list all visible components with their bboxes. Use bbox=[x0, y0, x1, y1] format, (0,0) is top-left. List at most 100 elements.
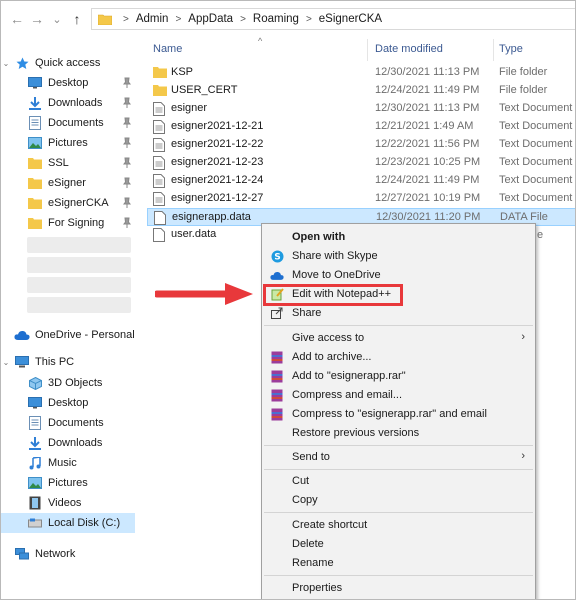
menu-item-create-shortcut[interactable]: Create shortcut bbox=[262, 515, 535, 535]
document-icon bbox=[153, 192, 167, 206]
menu-item-send-to[interactable]: Send to › bbox=[262, 447, 535, 467]
breadcrumb-appdata[interactable]: AppData bbox=[188, 13, 233, 25]
sidebar-item-esigner[interactable]: eSigner bbox=[1, 173, 135, 193]
file-row[interactable]: esigner 12/30/2021 11:13 PM Text Document bbox=[147, 100, 575, 118]
menu-item-compress-email[interactable]: Compress and email... bbox=[262, 385, 535, 405]
up-button[interactable]: ↑ bbox=[67, 9, 87, 29]
file-type: Text Document bbox=[499, 192, 573, 204]
user-data-type-fragment: e bbox=[537, 229, 544, 241]
file-type: Text Document bbox=[499, 156, 573, 168]
sidebar-this-pc[interactable]: ⌄ This PC bbox=[1, 352, 135, 372]
menu-item-add-rar[interactable]: Add to "esignerapp.rar" bbox=[262, 366, 535, 386]
menu-separator bbox=[264, 575, 533, 576]
sidebar-label: Network bbox=[35, 548, 76, 560]
breadcrumb-esignercka[interactable]: eSignerCKA bbox=[319, 13, 382, 25]
file-date: 12/30/2021 11:13 PM bbox=[375, 102, 480, 114]
file-type: DATA File bbox=[500, 211, 548, 223]
folder-icon bbox=[98, 14, 112, 25]
file-name: USER_CERT bbox=[171, 84, 238, 96]
menu-item-rename[interactable]: Rename bbox=[262, 553, 535, 573]
sidebar-label: Local Disk (C:) bbox=[48, 517, 121, 529]
sidebar-label: For Signing bbox=[48, 217, 105, 229]
menu-item-move-onedrive[interactable]: Move to OneDrive bbox=[262, 265, 535, 285]
chevron-right-icon: > bbox=[305, 13, 312, 25]
sidebar-quick-access[interactable]: ⌄ Quick access bbox=[1, 53, 135, 73]
pin-icon bbox=[123, 197, 131, 208]
sidebar-network[interactable]: Network bbox=[1, 544, 135, 564]
blurred-sidebar-item bbox=[27, 257, 131, 273]
breadcrumb-admin[interactable]: Admin bbox=[136, 13, 169, 25]
sidebar-item-pc-desktop[interactable]: Desktop bbox=[1, 393, 135, 413]
column-header-name[interactable]: Name bbox=[153, 43, 182, 55]
menu-item-properties[interactable]: Properties bbox=[262, 578, 535, 598]
file-row[interactable]: esigner2021-12-24 12/24/2021 11:49 PM Text… bbox=[147, 172, 575, 190]
file-row[interactable]: esigner2021-12-21 12/21/2021 1:49 AM Text … bbox=[147, 118, 575, 136]
menu-item-give-access[interactable]: Give access to › bbox=[262, 328, 535, 348]
menu-item-copy[interactable]: Copy bbox=[262, 490, 535, 510]
file-row[interactable]: esigner2021-12-27 12/27/2021 10:19 PM Text… bbox=[147, 190, 575, 208]
folder-icon bbox=[27, 156, 43, 170]
file-date: 12/24/2021 11:49 PM bbox=[375, 174, 480, 186]
chevron-down-icon: ⌄ bbox=[2, 357, 10, 367]
sidebar-item-ssl[interactable]: SSL bbox=[1, 153, 135, 173]
file-name: esigner2021-12-22 bbox=[171, 138, 264, 150]
pin-icon bbox=[123, 177, 131, 188]
blank-file-icon bbox=[154, 211, 168, 225]
sidebar-item-pictures[interactable]: Pictures bbox=[1, 133, 135, 153]
sidebar-onedrive[interactable]: OneDrive - Personal bbox=[1, 325, 135, 345]
pin-icon bbox=[123, 217, 131, 228]
recent-locations-button[interactable]: ⌄ bbox=[47, 9, 67, 29]
column-header-date[interactable]: Date modified bbox=[375, 43, 443, 55]
winrar-icon bbox=[270, 350, 284, 364]
pin-icon bbox=[123, 97, 131, 108]
sidebar-item-downloads[interactable]: Downloads bbox=[1, 93, 135, 113]
menu-item-add-archive[interactable]: Add to archive... bbox=[262, 347, 535, 367]
sidebar-item-local-disk[interactable]: Local Disk (C:) bbox=[1, 513, 135, 533]
sidebar-item-videos[interactable]: Videos bbox=[1, 493, 135, 513]
menu-item-share-skype[interactable]: S Share with Skype bbox=[262, 246, 535, 266]
menu-item-share[interactable]: Share bbox=[262, 303, 535, 323]
menu-item-delete[interactable]: Delete bbox=[262, 534, 535, 554]
sidebar-item-for-signing[interactable]: For Signing bbox=[1, 213, 135, 233]
sidebar-item-pc-downloads[interactable]: Downloads bbox=[1, 433, 135, 453]
file-row[interactable]: esigner2021-12-23 12/23/2021 10:25 PM Text… bbox=[147, 154, 575, 172]
menu-item-restore-versions[interactable]: Restore previous versions bbox=[262, 423, 535, 443]
folder-icon bbox=[153, 66, 167, 80]
document-icon bbox=[153, 156, 167, 170]
navigation-pane: ⌄ Quick access Desktop Downloads Documen… bbox=[1, 47, 135, 599]
sidebar-label: eSignerCKA bbox=[48, 197, 109, 209]
pictures-icon bbox=[27, 136, 43, 150]
breadcrumb-roaming[interactable]: Roaming bbox=[253, 13, 299, 25]
sidebar-label: SSL bbox=[48, 157, 69, 169]
chevron-right-icon: › bbox=[521, 450, 525, 462]
film-icon bbox=[27, 496, 43, 510]
file-row[interactable]: USER_CERT 12/24/2021 11:49 PM File folder bbox=[147, 82, 575, 100]
back-button[interactable]: ← bbox=[7, 9, 27, 29]
desktop-icon bbox=[27, 76, 43, 90]
file-row[interactable]: KSP 12/30/2021 11:13 PM File folder bbox=[147, 64, 575, 82]
column-header-type[interactable]: Type bbox=[499, 43, 523, 55]
documents-icon bbox=[27, 416, 43, 430]
sidebar-label: Desktop bbox=[48, 397, 89, 409]
menu-item-compress-rar-email[interactable]: Compress to "esignerapp.rar" and email bbox=[262, 404, 535, 424]
cloud-icon bbox=[270, 268, 284, 282]
file-row[interactable]: esigner2021-12-22 12/22/2021 11:56 PM Text… bbox=[147, 136, 575, 154]
sidebar-item-pc-documents[interactable]: Documents bbox=[1, 413, 135, 433]
address-bar[interactable]: > Admin > AppData > Roaming > eSignerCKA bbox=[91, 8, 575, 30]
sidebar-item-music[interactable]: Music bbox=[1, 453, 135, 473]
chevron-right-icon: > bbox=[175, 13, 182, 25]
sidebar-item-3d-objects[interactable]: 3D Objects bbox=[1, 373, 135, 393]
column-divider[interactable] bbox=[493, 39, 494, 61]
sidebar-item-pc-pictures[interactable]: Pictures bbox=[1, 473, 135, 493]
sidebar-label: Videos bbox=[48, 497, 82, 509]
sidebar-item-esignercka[interactable]: eSignerCKA bbox=[1, 193, 135, 213]
column-divider[interactable] bbox=[367, 39, 368, 61]
file-date: 12/24/2021 11:49 PM bbox=[375, 84, 480, 96]
file-date: 12/30/2021 11:20 PM bbox=[376, 211, 481, 223]
address-row: ← → ⌄ ↑ > Admin > AppData > Roaming > eS… bbox=[1, 1, 575, 37]
sidebar-item-documents[interactable]: Documents bbox=[1, 113, 135, 133]
forward-button[interactable]: → bbox=[27, 9, 47, 29]
menu-item-cut[interactable]: Cut bbox=[262, 471, 535, 491]
sidebar-item-desktop[interactable]: Desktop bbox=[1, 73, 135, 93]
menu-item-open-with[interactable]: Open with bbox=[262, 227, 535, 247]
